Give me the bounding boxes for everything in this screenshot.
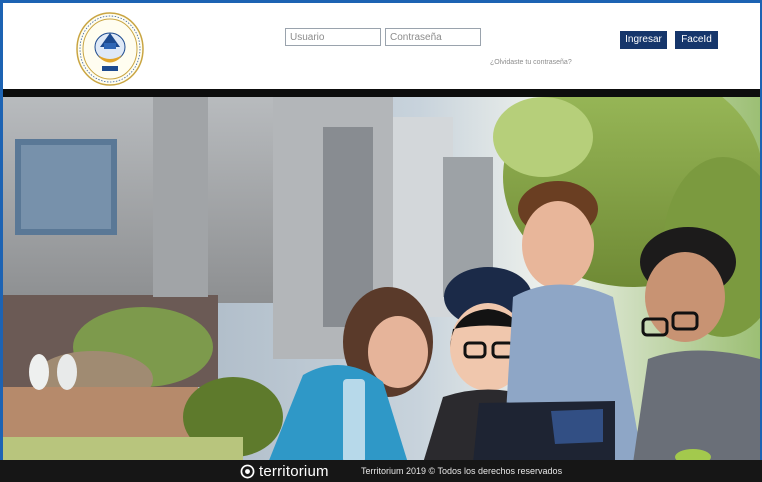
copyright-text: Territorium 2019 © Todos los derechos re… bbox=[361, 466, 563, 476]
page-frame: ¿Olvidaste tu contraseña? Ingresar FaceI… bbox=[0, 0, 762, 482]
password-input[interactable] bbox=[385, 28, 481, 46]
username-input[interactable] bbox=[285, 28, 381, 46]
page-footer: territorium Territorium 2019 © Todos los… bbox=[0, 460, 762, 482]
hero-image bbox=[3, 97, 760, 463]
header-divider bbox=[3, 89, 760, 97]
brand-name: territorium bbox=[259, 462, 329, 480]
university-seal-logo bbox=[76, 12, 144, 86]
territorium-logo-icon bbox=[240, 464, 255, 478]
forgot-password-link[interactable]: ¿Olvidaste tu contraseña? bbox=[490, 59, 572, 66]
territorium-brand[interactable]: territorium bbox=[240, 462, 329, 480]
students-laptop-campus-photo bbox=[3, 97, 760, 463]
login-button[interactable]: Ingresar bbox=[620, 31, 667, 49]
login-header: ¿Olvidaste tu contraseña? Ingresar FaceI… bbox=[3, 3, 760, 89]
faceid-button[interactable]: FaceId bbox=[675, 31, 718, 49]
